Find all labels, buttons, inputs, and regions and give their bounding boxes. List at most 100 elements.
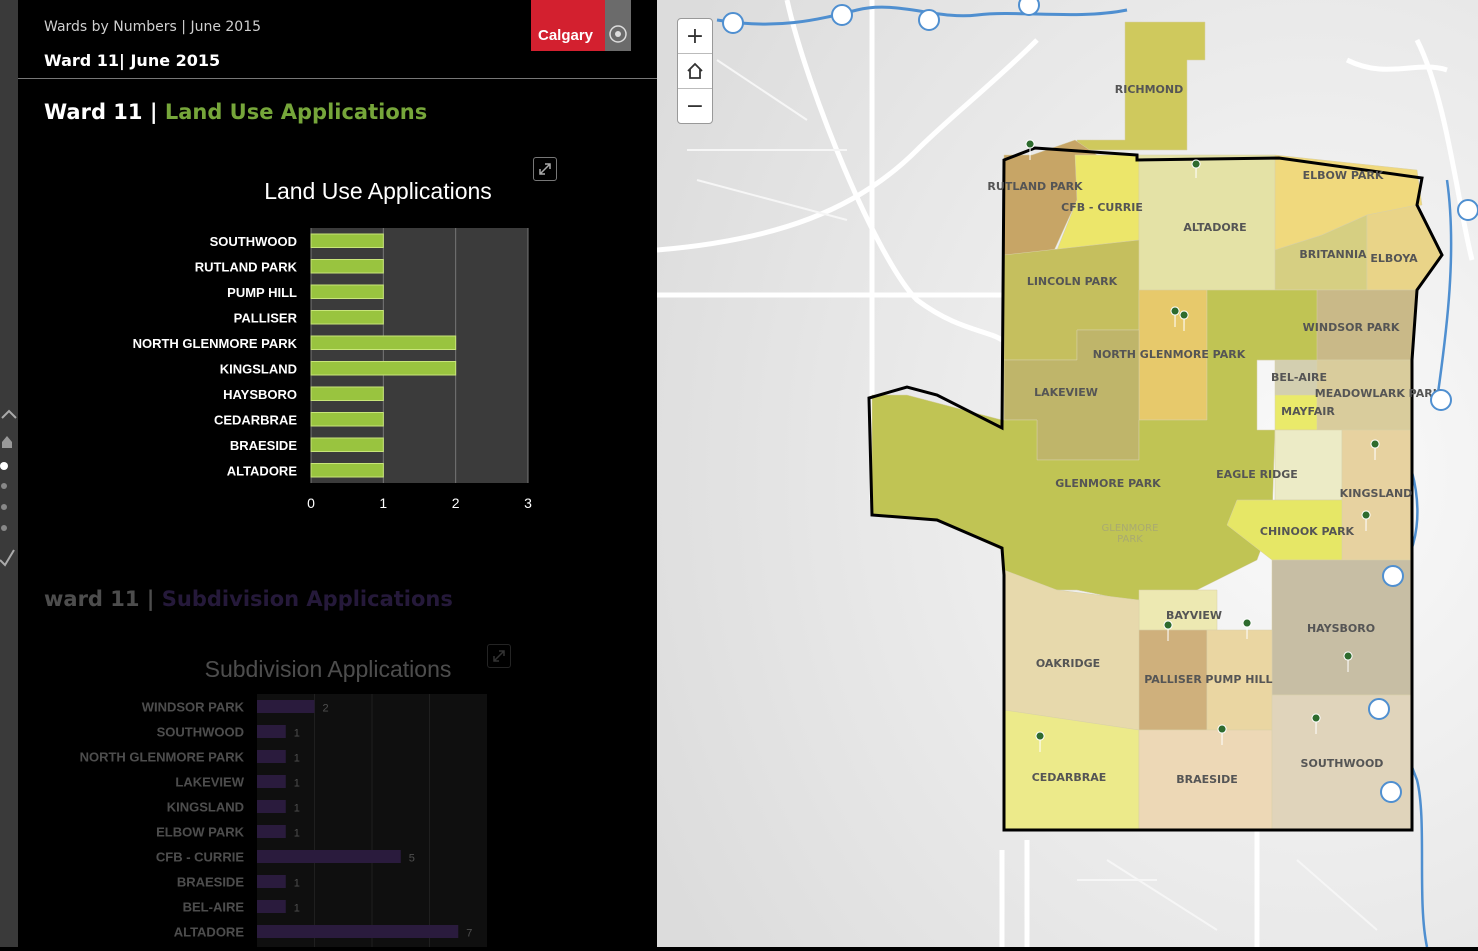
tick-label: 2 bbox=[452, 495, 460, 510]
data-label: 1 bbox=[294, 878, 300, 890]
bar bbox=[310, 233, 384, 248]
bar bbox=[310, 412, 384, 427]
bar bbox=[257, 800, 286, 813]
rail-dot-active bbox=[0, 462, 8, 470]
section-land-use-heading: Ward 11 | Land Use Applications bbox=[44, 100, 427, 124]
bar bbox=[310, 310, 384, 325]
map-label: BEL-AIRE bbox=[1271, 371, 1327, 384]
category-label: ALTADORE bbox=[174, 925, 245, 940]
story-panel: Wards by Numbers | June 2015 Ward 11| Ju… bbox=[18, 0, 657, 947]
data-label: 1 bbox=[294, 903, 300, 915]
bar bbox=[257, 825, 286, 838]
data-label: 1 bbox=[294, 828, 300, 840]
map-label: ALTADORE bbox=[1183, 221, 1246, 234]
category-label: ALTADORE bbox=[227, 463, 298, 478]
map-label: LINCOLN PARK bbox=[1027, 275, 1118, 288]
train-station-icon bbox=[831, 4, 853, 26]
map-label: SOUTHWOOD bbox=[1301, 757, 1384, 770]
map-label: ELBOYA bbox=[1370, 252, 1418, 265]
train-station-icon bbox=[1018, 0, 1040, 16]
home-button[interactable] bbox=[678, 54, 712, 89]
chart-title: Land Use Applications bbox=[264, 178, 492, 204]
map-label: MAYFAIR bbox=[1281, 405, 1335, 418]
tick-label: 0 bbox=[307, 495, 315, 510]
category-label: BRAESIDE bbox=[230, 438, 298, 453]
calgary-logo-graphic: Calgary bbox=[531, 0, 631, 51]
category-label: SOUTHWOOD bbox=[210, 234, 297, 249]
zoom-in-button[interactable]: + bbox=[678, 19, 712, 54]
header-divider bbox=[18, 78, 657, 79]
category-label: LAKEVIEW bbox=[175, 775, 244, 790]
data-label: 5 bbox=[409, 853, 415, 865]
train-station-icon bbox=[1368, 698, 1390, 720]
bar bbox=[257, 775, 286, 788]
zoom-out-button[interactable]: − bbox=[678, 89, 712, 123]
category-label: PALLISER bbox=[234, 310, 298, 325]
eagle-ridge-area bbox=[1274, 429, 1343, 501]
map-faint-label: GLENMORE bbox=[1102, 523, 1159, 534]
category-label: RUTLAND PARK bbox=[195, 259, 298, 274]
section-name: Subdivision Applications bbox=[161, 587, 453, 611]
category-label: NORTH GLENMORE PARK bbox=[80, 750, 245, 765]
map-label: GLENMORE PARK bbox=[1055, 477, 1161, 490]
bar bbox=[257, 750, 286, 763]
bar bbox=[310, 284, 384, 299]
tick-label: 1 bbox=[379, 495, 387, 510]
bar bbox=[257, 875, 286, 888]
home-icon bbox=[687, 62, 703, 79]
home-rail-icon bbox=[2, 436, 12, 448]
map-label: BRAESIDE bbox=[1176, 773, 1238, 786]
map-label: PUMP HILL bbox=[1205, 673, 1272, 686]
map-label: LAKEVIEW bbox=[1034, 386, 1098, 399]
rail-icons bbox=[0, 409, 17, 567]
map-label: PALLISER bbox=[1144, 673, 1202, 686]
map-label: CFB - CURRIE bbox=[1061, 201, 1143, 214]
map-label: HAYSBORO bbox=[1307, 622, 1375, 635]
bar bbox=[310, 335, 457, 350]
map-label: RICHMOND bbox=[1115, 83, 1183, 96]
data-label: 1 bbox=[294, 728, 300, 740]
header-subtitle: Wards by Numbers | June 2015 bbox=[44, 19, 262, 35]
map-faint-label: PARK bbox=[1117, 534, 1143, 545]
side-navigation-rail bbox=[0, 0, 18, 947]
map-label: BRITANNIA bbox=[1299, 248, 1367, 261]
category-label: CFB - CURRIE bbox=[156, 850, 244, 865]
rail-dot bbox=[1, 483, 7, 489]
rail-dot bbox=[1, 504, 7, 510]
chart-title: Subdivision Applications bbox=[205, 656, 452, 682]
land-use-chart: Land Use Applications 0 1 2 3 SOUTHWOOD RUTLA… bbox=[133, 178, 533, 510]
map-label: BAYVIEW bbox=[1166, 609, 1222, 622]
map-label: RUTLAND PARK bbox=[987, 180, 1083, 193]
category-label: WINDSOR PARK bbox=[142, 700, 245, 715]
bar bbox=[310, 386, 384, 401]
calgary-logo[interactable]: Calgary bbox=[531, 0, 631, 51]
scroll-up-icon bbox=[1, 409, 17, 419]
rail-dot bbox=[1, 525, 7, 531]
map-zoom-controls: + − bbox=[677, 18, 713, 124]
category-label: SOUTHWOOD bbox=[157, 725, 244, 740]
category-label: ELBOW PARK bbox=[156, 825, 244, 840]
category-label: KINGSLAND bbox=[220, 361, 297, 376]
bar bbox=[257, 725, 286, 738]
logo-text: Calgary bbox=[538, 27, 594, 44]
check-icon bbox=[0, 549, 15, 567]
map-label: WINDSOR PARK bbox=[1303, 321, 1400, 334]
section-subdivision-heading: ward 11 | Subdivision Applications bbox=[44, 587, 453, 611]
ward-map[interactable]: RICHMOND RUTLAND PARK CFB - CURRIE ALTAD… bbox=[657, 0, 1478, 947]
data-label: 7 bbox=[466, 928, 472, 940]
bar bbox=[310, 361, 457, 376]
section-name: Land Use Applications bbox=[164, 100, 428, 124]
map-canvas[interactable]: RICHMOND RUTLAND PARK CFB - CURRIE ALTAD… bbox=[657, 0, 1478, 947]
map-label: CEDARBRAE bbox=[1032, 771, 1107, 784]
map-label: ELBOW PARK bbox=[1303, 169, 1384, 182]
bar bbox=[257, 925, 459, 938]
category-label: BRAESIDE bbox=[177, 875, 245, 890]
bar bbox=[310, 463, 384, 478]
train-station-icon bbox=[1380, 781, 1402, 803]
section-prefix: ward 11 | bbox=[44, 587, 155, 611]
data-label: 1 bbox=[294, 753, 300, 765]
bar bbox=[310, 259, 384, 274]
category-label: BEL-AIRE bbox=[183, 900, 245, 915]
train-station-icon bbox=[918, 9, 940, 31]
data-label: 1 bbox=[294, 803, 300, 815]
